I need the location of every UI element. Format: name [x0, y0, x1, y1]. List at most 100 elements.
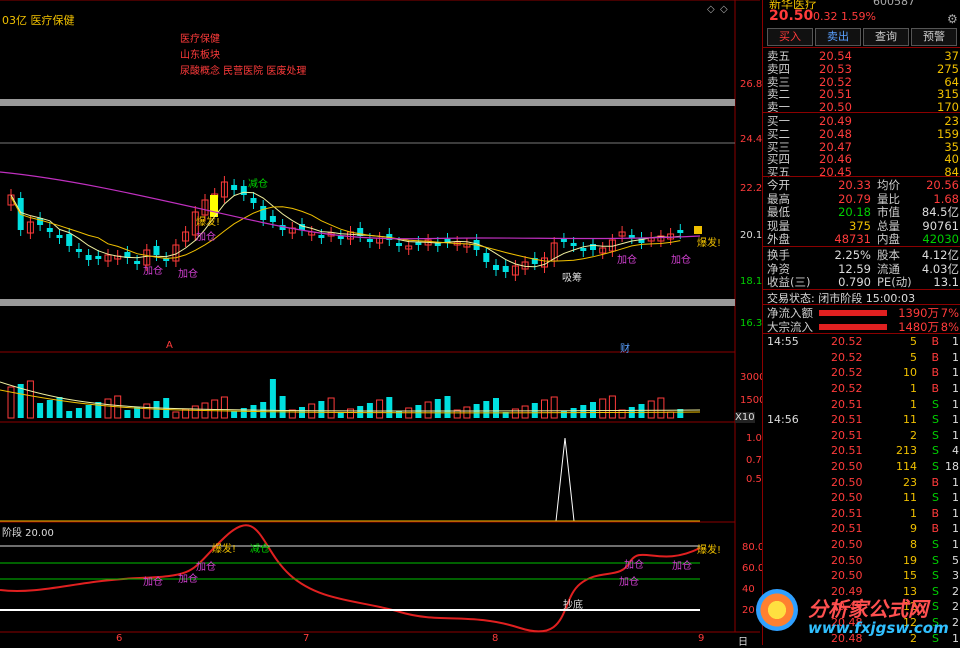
volume-bar: [66, 411, 73, 418]
tick-count: 1: [952, 382, 959, 396]
signal-jiancang: 减仓: [248, 179, 268, 190]
annotation-sector: 医疗保健: [180, 34, 220, 45]
volume-bar: [521, 405, 529, 419]
query-button[interactable]: 查询: [863, 28, 909, 46]
volume-bar: [95, 402, 102, 418]
kline-chart-area[interactable]: ◇ ◇ 03亿 医疗保健 医疗保健 山东板块 尿酸概念 民营医院 医废处理 26…: [0, 0, 772, 648]
candle-body: [46, 228, 53, 232]
volume-bar: [124, 410, 131, 418]
tick-count: 1: [952, 522, 959, 536]
tick-row[interactable]: 20.51 1 S 1: [767, 396, 959, 412]
tick-count: 1: [952, 491, 959, 505]
tick-price: 20.51: [831, 397, 863, 411]
buy-button[interactable]: 买入: [767, 28, 813, 46]
gray-band-bottom: [0, 299, 735, 306]
tick-row[interactable]: 20.52 1 B 1: [767, 381, 959, 397]
tick-price: 20.50: [831, 460, 863, 474]
tick-row[interactable]: 20.50 8 S 1: [767, 537, 959, 553]
kline-chart-svg[interactable]: ◇ ◇: [0, 0, 760, 645]
flow-bar: [819, 310, 887, 316]
tick-side: B: [931, 335, 939, 349]
candle-body: [337, 236, 344, 239]
volume-bar: [493, 398, 499, 418]
tick-side: B: [931, 475, 939, 489]
event-marker-finance[interactable]: 财: [620, 340, 630, 355]
stage-signal-chaodi: 抄底: [563, 600, 583, 611]
tick-count: 1: [952, 366, 959, 380]
tick-volume: 213: [896, 444, 917, 458]
tick-volume: 1: [910, 397, 917, 411]
volume-bar: [318, 401, 325, 418]
signal-jiacang: 加仓: [178, 269, 198, 280]
tick-row[interactable]: 20.50 23 B 1: [767, 474, 959, 490]
stat-label: 收益(三): [767, 275, 811, 290]
volume-bar: [104, 398, 112, 419]
volume-bar: [550, 396, 558, 419]
tick-row[interactable]: 20.50 15 S 3: [767, 568, 959, 584]
candle-body: [502, 266, 509, 272]
tick-row[interactable]: 20.51 1 B 1: [767, 506, 959, 522]
volume-bar: [608, 395, 616, 419]
tick-count: 1: [952, 475, 959, 489]
volume-bar: [26, 380, 34, 419]
diamond-icon: ◇: [720, 4, 728, 15]
tick-side: S: [932, 428, 939, 442]
signal-xichou: 吸筹: [562, 273, 582, 284]
signal-baofa: 爆发!: [196, 217, 221, 228]
tick-row[interactable]: 20.51 213 S 4: [767, 443, 959, 459]
tick-volume: 114: [896, 460, 917, 474]
stat-label: PE(动): [877, 275, 912, 290]
sell-button[interactable]: 卖出: [815, 28, 861, 46]
diamond-icon: ◇: [707, 4, 715, 15]
candle-body: [56, 235, 63, 238]
alert-button[interactable]: 预警: [911, 28, 957, 46]
volume-bar: [590, 402, 596, 418]
tick-count: 3: [952, 569, 959, 583]
candle-body: [134, 261, 141, 264]
tick-price: 20.51: [831, 506, 863, 520]
volume-unit: X10: [735, 412, 755, 423]
tick-row[interactable]: 20.50 19 S 5: [767, 552, 959, 568]
tick-side: S: [932, 569, 939, 583]
tick-time: 14:55: [767, 335, 799, 349]
stat-label: 内盘: [877, 232, 900, 247]
candle-body: [318, 235, 325, 238]
tick-count: 1: [952, 350, 959, 364]
tick-count: 5: [952, 553, 959, 567]
chart-header: 03亿 医疗保健: [2, 14, 75, 27]
tick-volume: 11: [903, 413, 917, 427]
stat-row: 收益(三) 0.790 PE(动) 13.1: [767, 274, 959, 290]
settings-gear-icon[interactable]: ⚙: [947, 12, 958, 26]
event-marker-a[interactable]: A: [166, 340, 173, 351]
volume-bar: [37, 403, 44, 418]
volume-bar: [143, 403, 151, 419]
signal-jiacang: 加仓: [143, 266, 163, 277]
tick-row[interactable]: 20.51 2 S 1: [767, 428, 959, 444]
tick-volume: 19: [903, 553, 917, 567]
tick-price: 20.52: [831, 335, 863, 349]
tick-side: S: [932, 444, 939, 458]
candle-body: [66, 234, 73, 246]
tick-price: 20.52: [831, 366, 863, 380]
tick-count: 4: [952, 444, 959, 458]
tick-row[interactable]: 14:56 20.51 11 S 1: [767, 412, 959, 428]
volume-bar: [483, 401, 490, 418]
tick-row[interactable]: 14:55 20.52 5 B 1: [767, 334, 959, 350]
stage-signal-jiacang: 加仓: [196, 562, 216, 573]
candle-body: [231, 185, 238, 190]
watermark: 分析家公式网 www.fxjgsw.com: [752, 585, 960, 645]
tick-row[interactable]: 20.52 10 B 1: [767, 365, 959, 381]
tick-side: S: [932, 460, 939, 474]
tick-row[interactable]: 20.50 114 S 18: [767, 459, 959, 475]
tick-row[interactable]: 20.52 5 B 1: [767, 350, 959, 366]
stage-signal-jiacang: 加仓: [178, 574, 198, 585]
tick-row[interactable]: 20.50 11 S 1: [767, 490, 959, 506]
date-axis-label: 7: [303, 633, 310, 644]
volume-bar: [231, 411, 238, 418]
tick-side: B: [931, 382, 939, 396]
volume-bar: [647, 400, 655, 419]
tick-row[interactable]: 20.51 9 B 1: [767, 521, 959, 537]
candle-body: [580, 248, 587, 251]
volume-bar: [511, 408, 519, 419]
stage-signal-jiacang: 加仓: [672, 561, 692, 572]
